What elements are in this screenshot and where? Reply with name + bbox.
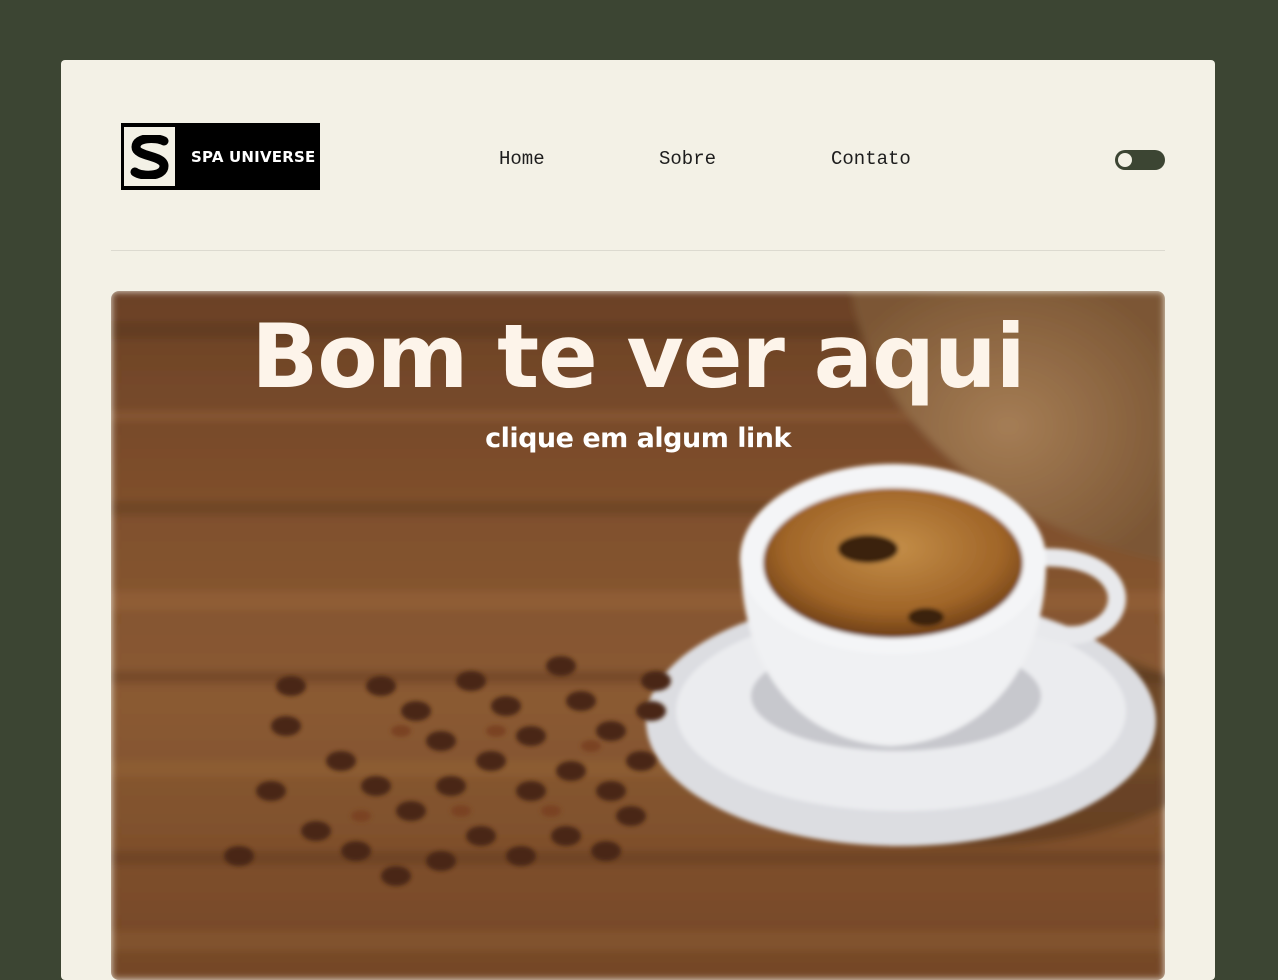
hero-subtitle: clique em algum link <box>485 423 791 454</box>
nav-link-contato[interactable]: Contato <box>831 148 911 170</box>
page-card: SPA UNIVERSE Home Sobre Contato Bom te v… <box>61 60 1215 980</box>
toggle-knob <box>1118 153 1132 167</box>
nav-link-sobre[interactable]: Sobre <box>659 148 716 170</box>
main-nav: Home Sobre Contato <box>111 148 1165 172</box>
hero-banner: Bom te ver aqui clique em algum link <box>111 291 1165 980</box>
site-header: SPA UNIVERSE Home Sobre Contato <box>111 60 1165 251</box>
theme-toggle[interactable] <box>1115 150 1165 170</box>
hero-title: Bom te ver aqui <box>251 305 1026 408</box>
nav-link-home[interactable]: Home <box>499 148 545 170</box>
